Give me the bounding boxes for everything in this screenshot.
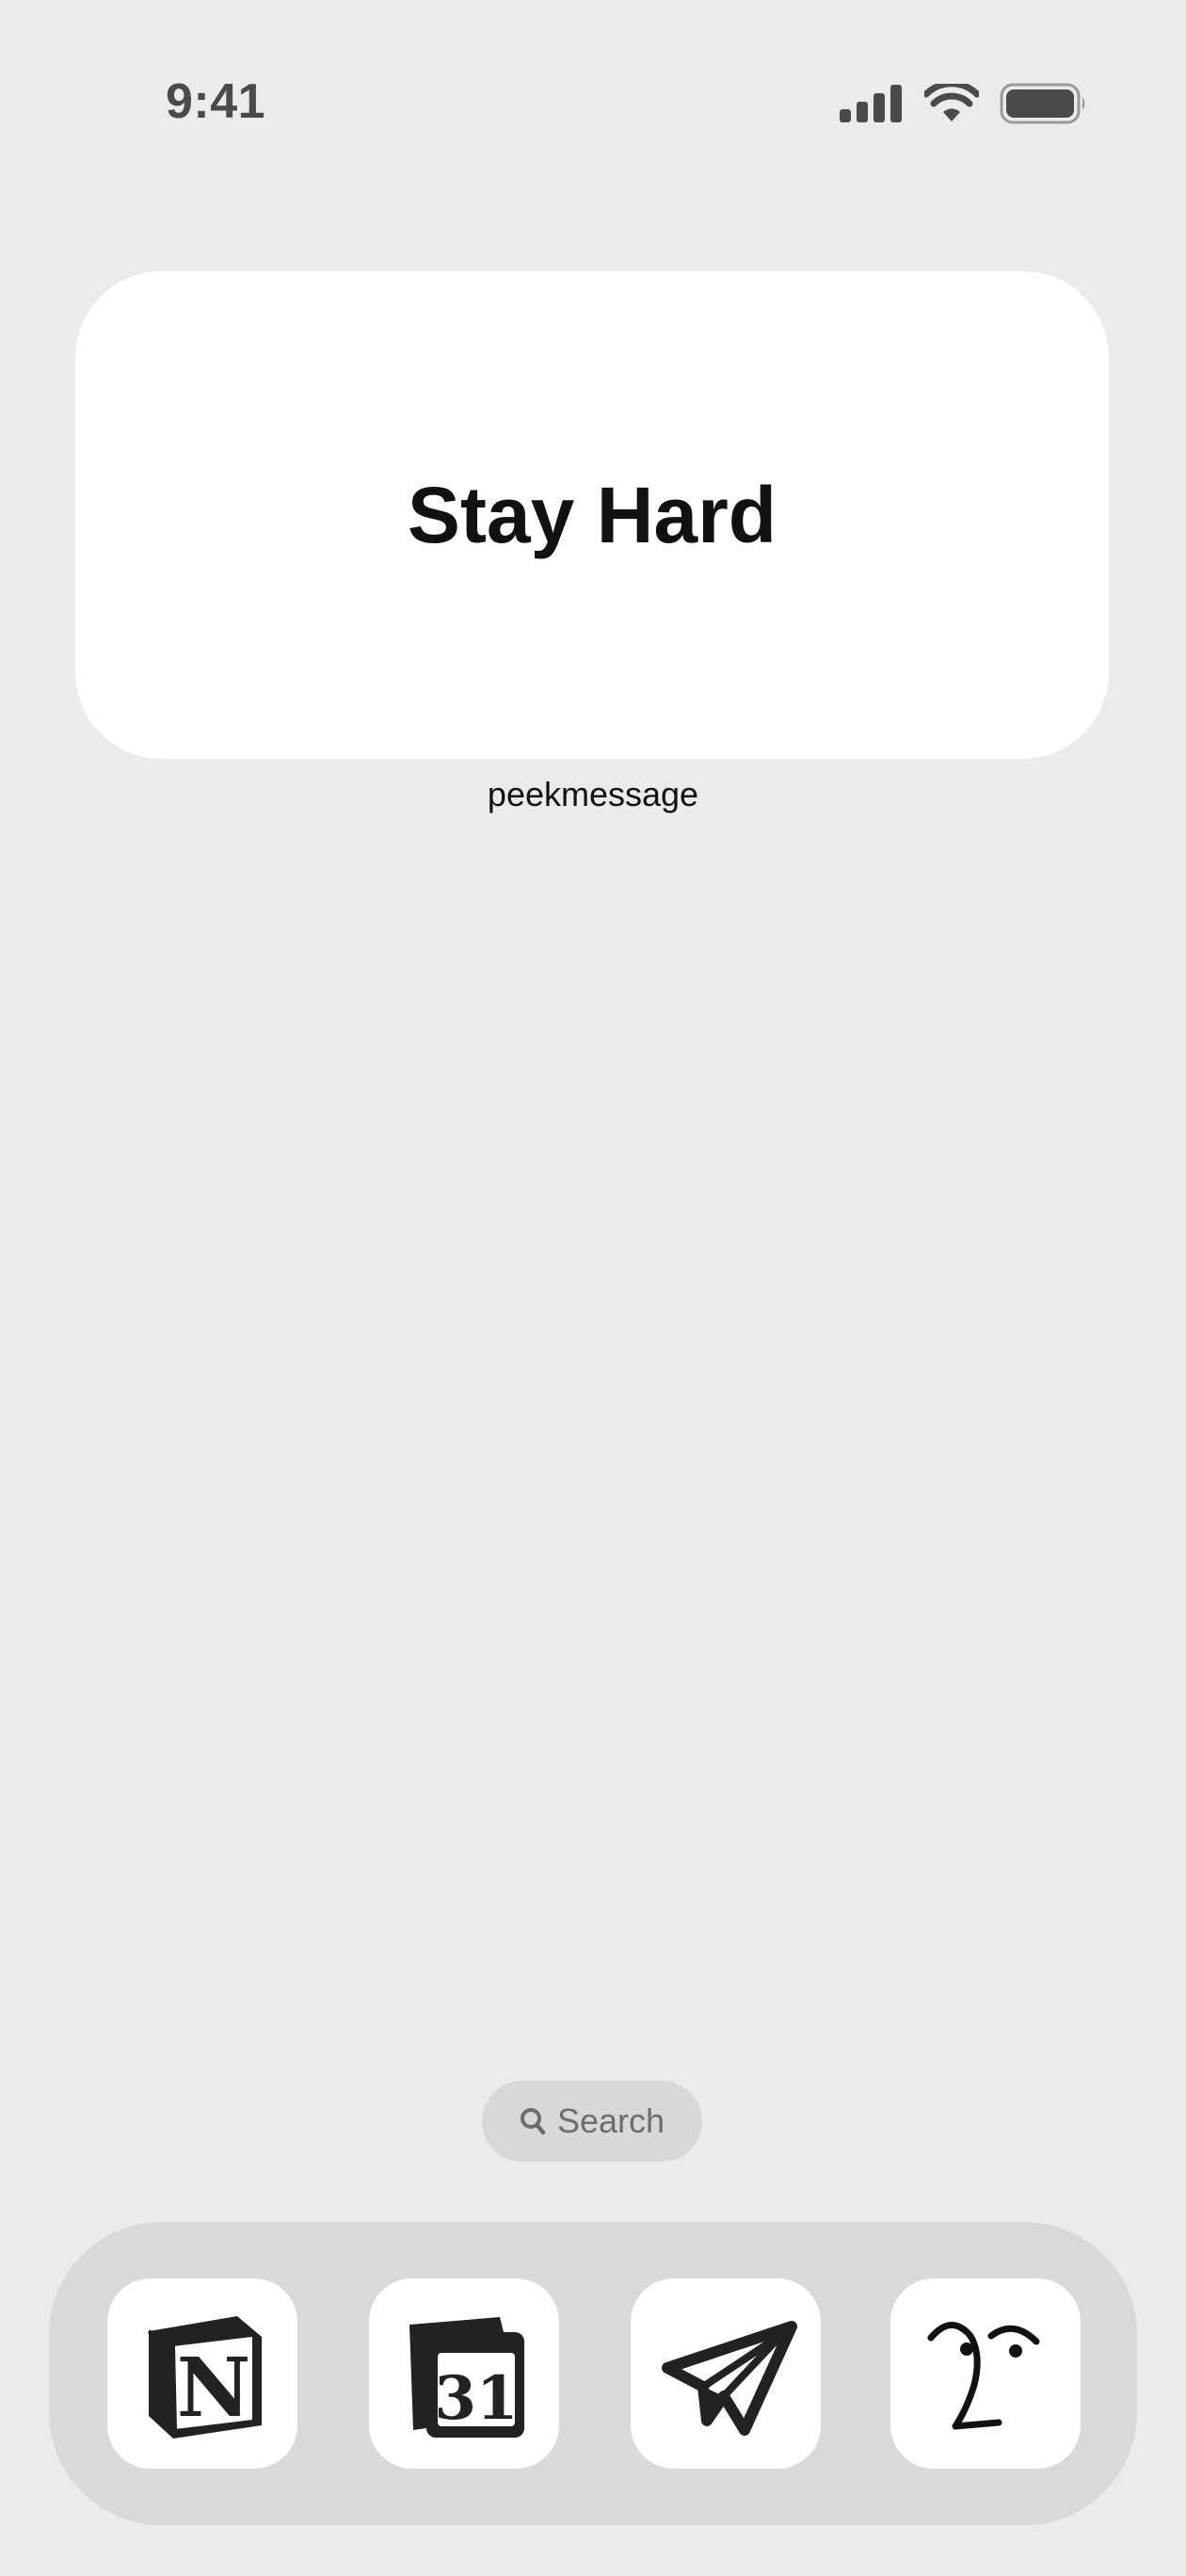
peekmessage-widget[interactable]: Stay Hard (75, 271, 1109, 759)
paper-plane-icon (650, 2298, 801, 2449)
calendar-date-text: 31 (434, 2363, 518, 2434)
status-time: 9:41 (166, 74, 266, 129)
notion-icon: N (132, 2303, 273, 2444)
battery-icon (1000, 83, 1088, 124)
search-icon (520, 2107, 546, 2135)
widget-app-label: peekmessage (487, 775, 699, 813)
wifi-icon (924, 84, 979, 123)
cellular-signal-icon (840, 85, 904, 122)
dock-app-notion[interactable]: N (107, 2278, 297, 2469)
dock: N 31 (49, 2222, 1137, 2525)
dock-app-face[interactable] (890, 2278, 1081, 2469)
widget-message: Stay Hard (407, 471, 777, 559)
search-label: Search (556, 2101, 665, 2140)
dock-app-telegram[interactable] (631, 2278, 821, 2469)
notion-calendar-icon: 31 (389, 2298, 539, 2449)
search-button[interactable]: Search (482, 2081, 702, 2162)
dock-app-notion-calendar[interactable]: 31 (369, 2278, 559, 2469)
face-doodle-icon (910, 2298, 1061, 2449)
status-icons (840, 83, 1088, 124)
svg-text:N: N (177, 2341, 251, 2436)
